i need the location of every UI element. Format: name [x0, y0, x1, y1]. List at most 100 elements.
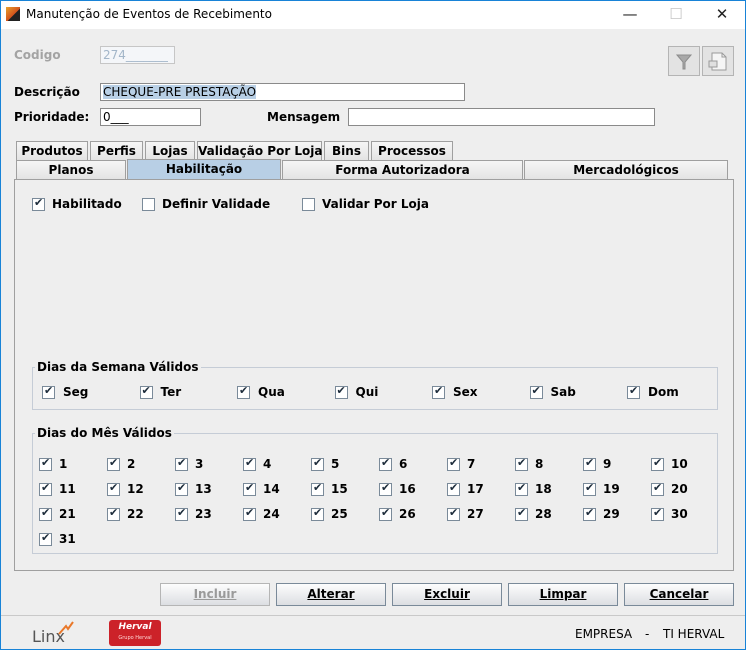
descricao-value: CHEQUE-PRE PRESTAÇÃO — [103, 85, 257, 99]
alterar-button[interactable]: Alterar — [276, 583, 386, 606]
tab-habilitacao[interactable]: Habilitação — [127, 159, 281, 180]
month-day-8-checkbox[interactable]: ✔ — [515, 456, 528, 471]
weekday-dom-checkbox[interactable]: ✔ — [627, 384, 640, 399]
tab-forma-autorizadora[interactable]: Forma Autorizadora — [282, 160, 523, 180]
month-day-19-checkbox[interactable]: ✔ — [583, 481, 596, 496]
check-icon: ✔ — [34, 196, 44, 209]
incluir-button[interactable]: Incluir — [160, 583, 270, 606]
excluir-button[interactable]: Excluir — [392, 583, 502, 606]
tab-produtos[interactable]: Produtos — [16, 141, 88, 161]
weekday-sab-checkbox[interactable]: ✔ — [529, 384, 543, 399]
tab-validacao-por-loja[interactable]: Validação Por Loja — [197, 141, 323, 161]
weekday-qua-checkbox[interactable]: ✔ — [237, 384, 250, 399]
month-day-20-checkbox[interactable]: ✔ — [651, 481, 664, 496]
month-day-24-checkbox[interactable]: ✔ — [243, 506, 256, 521]
check-icon: ✔ — [434, 384, 444, 397]
month-day-11-checkbox[interactable]: ✔ — [39, 481, 52, 496]
month-day-29-checkbox[interactable]: ✔ — [583, 506, 596, 521]
month-day-24-label: 24 — [263, 507, 280, 521]
window-title: Manutenção de Eventos de Recebimento — [26, 7, 272, 21]
limpar-button[interactable]: Limpar — [508, 583, 618, 606]
month-day-31-checkbox[interactable]: ✔ — [39, 531, 52, 546]
weekday-qua-label: Qua — [258, 385, 285, 399]
check-icon: ✔ — [381, 456, 391, 469]
empresa-value: TI HERVAL — [663, 627, 725, 641]
tab-processos[interactable]: Processos — [371, 141, 453, 161]
weekday-sex-checkbox[interactable]: ✔ — [432, 384, 445, 399]
herval-logo-subtext: Grupo Herval — [118, 635, 152, 641]
close-button[interactable]: ✕ — [699, 1, 745, 29]
minimize-button[interactable]: — — [607, 1, 653, 29]
weekday-seg-checkbox[interactable]: ✔ — [42, 384, 55, 399]
check-icon: ✔ — [653, 456, 663, 469]
month-day-21-checkbox[interactable]: ✔ — [39, 506, 52, 521]
tab-planos[interactable]: Planos — [16, 160, 126, 180]
check-icon: ✔ — [41, 531, 51, 544]
month-day-15-checkbox[interactable]: ✔ — [311, 481, 324, 496]
check-icon: ✔ — [313, 506, 323, 519]
month-day-4-checkbox[interactable]: ✔ — [243, 456, 256, 471]
month-day-12-checkbox[interactable]: ✔ — [107, 481, 120, 496]
option-habilitado-label: Habilitado — [52, 197, 122, 211]
month-day-16-label: 16 — [399, 482, 416, 496]
month-day-23-label: 23 — [195, 507, 212, 521]
month-day-5-checkbox[interactable]: ✔ — [311, 456, 324, 471]
check-icon: ✔ — [313, 456, 323, 469]
linx-spark-icon — [58, 621, 74, 635]
month-day-22-checkbox[interactable]: ✔ — [107, 506, 120, 521]
month-day-18-label: 18 — [535, 482, 552, 496]
month-day-14-checkbox[interactable]: ✔ — [243, 481, 256, 496]
month-day-25-checkbox[interactable]: ✔ — [311, 506, 324, 521]
descricao-field[interactable]: CHEQUE-PRE PRESTAÇÃO — [100, 83, 465, 101]
check-icon: ✔ — [449, 481, 459, 494]
month-day-1-label: 1 — [59, 457, 68, 471]
month-day-7-checkbox[interactable]: ✔ — [447, 456, 460, 471]
cancelar-button[interactable]: Cancelar — [624, 583, 734, 606]
check-icon: ✔ — [141, 384, 151, 397]
month-day-1-checkbox[interactable]: ✔ — [39, 456, 52, 471]
month-day-2-checkbox[interactable]: ✔ — [107, 456, 120, 471]
mensagem-field[interactable] — [348, 108, 655, 126]
month-day-30-checkbox[interactable]: ✔ — [651, 506, 664, 521]
check-icon: ✔ — [381, 506, 391, 519]
tab-lojas[interactable]: Lojas — [145, 141, 195, 161]
month-day-26-checkbox[interactable]: ✔ — [379, 506, 392, 521]
month-day-17-checkbox[interactable]: ✔ — [447, 481, 460, 496]
month-day-27-checkbox[interactable]: ✔ — [447, 506, 460, 521]
month-day-28-checkbox[interactable]: ✔ — [515, 506, 528, 521]
option-habilitado-checkbox[interactable]: ✔ — [32, 196, 45, 211]
check-icon: ✔ — [239, 384, 249, 397]
weekday-qui-checkbox[interactable]: ✔ — [334, 384, 348, 399]
check-icon: ✔ — [245, 506, 255, 519]
maximize-button[interactable]: ☐ — [653, 1, 699, 29]
weekday-ter-checkbox[interactable]: ✔ — [139, 384, 153, 399]
tab-bins[interactable]: Bins — [324, 141, 369, 161]
tab-mercadologicos[interactable]: Mercadológicos — [524, 160, 728, 180]
prioridade-field[interactable]: 0___ — [100, 108, 201, 126]
tab-perfis[interactable]: Perfis — [90, 141, 143, 161]
check-icon: ✔ — [381, 481, 391, 494]
month-day-21-label: 21 — [59, 507, 76, 521]
document-button[interactable] — [702, 46, 734, 76]
option-validar-por-loja-checkbox[interactable] — [302, 198, 315, 211]
habilitacao-panel: ✔ Habilitado Definir Validade Validar Por L… — [14, 179, 734, 571]
month-day-15-label: 15 — [331, 482, 348, 496]
month-day-12-label: 12 — [127, 482, 144, 496]
title-bar[interactable]: Manutenção de Eventos de Recebimento — ☐… — [1, 1, 745, 29]
herval-logo-text: Herval — [118, 622, 152, 632]
month-day-11-label: 11 — [59, 482, 76, 496]
month-day-3-checkbox[interactable]: ✔ — [175, 456, 188, 471]
check-icon: ✔ — [585, 456, 595, 469]
month-day-9-checkbox[interactable]: ✔ — [583, 456, 596, 471]
check-icon: ✔ — [245, 481, 255, 494]
option-definir-validade-checkbox[interactable] — [142, 198, 155, 211]
month-day-6-checkbox[interactable]: ✔ — [379, 456, 392, 471]
month-day-13-checkbox[interactable]: ✔ — [175, 481, 188, 496]
month-day-10-checkbox[interactable]: ✔ — [651, 456, 664, 471]
month-day-23-checkbox[interactable]: ✔ — [175, 506, 188, 521]
month-day-18-checkbox[interactable]: ✔ — [515, 481, 528, 496]
check-icon: ✔ — [653, 481, 663, 494]
filter-button[interactable] — [668, 46, 700, 76]
mensagem-label: Mensagem — [267, 110, 341, 124]
month-day-16-checkbox[interactable]: ✔ — [379, 481, 392, 496]
